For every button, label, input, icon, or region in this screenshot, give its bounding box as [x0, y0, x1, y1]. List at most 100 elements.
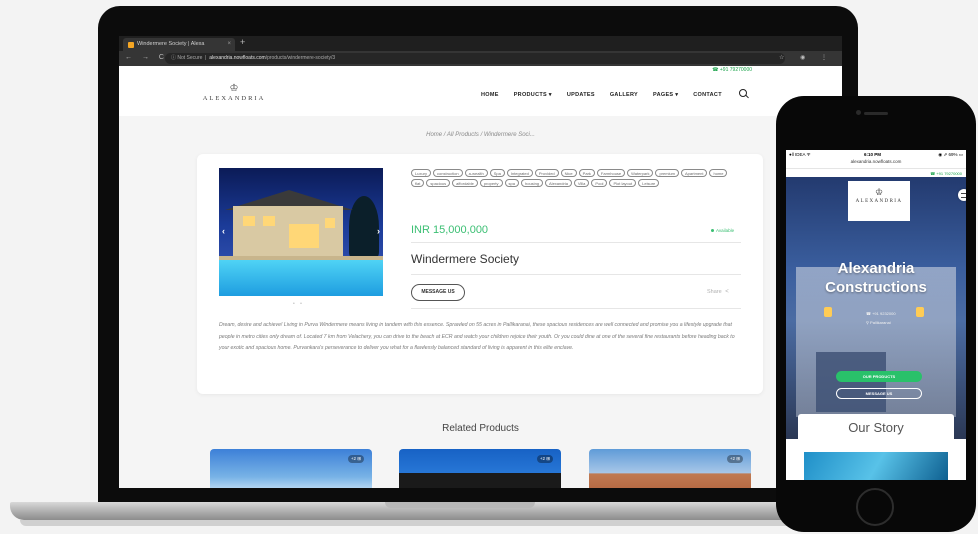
- product-tag[interactable]: spacious: [426, 179, 451, 187]
- hero-title: Alexandria Constructions: [786, 259, 966, 297]
- divider: [411, 242, 741, 243]
- page-content: Home / All Products / Windermere Soci...…: [119, 116, 842, 488]
- product-tag[interactable]: Integrated: [506, 169, 533, 177]
- photo-pool: [219, 260, 383, 296]
- photo-roofline: [399, 473, 561, 488]
- logo-crown-icon: ♔: [874, 187, 884, 197]
- product-tags: Luxury construction a-wealth Spa Integrated P…: [411, 169, 741, 187]
- product-tag[interactable]: housing: [521, 179, 544, 187]
- image-count-badge: +2 ⊞: [536, 455, 553, 463]
- url-field[interactable]: ⓘ Not Secure | alexandria.nowfloats.com/…: [165, 53, 785, 64]
- mobile-logo[interactable]: ♔ ALEXANDRIA: [848, 181, 910, 221]
- close-tab-icon[interactable]: ×: [227, 38, 231, 51]
- image-count-badge: +2 ⊞: [347, 455, 364, 463]
- photo-window: [289, 224, 319, 248]
- browser-address-bar: ← → C ⓘ Not Secure | alexandria.nowfloat…: [119, 51, 842, 66]
- status-time: 6:10 PM: [864, 152, 882, 157]
- product-tag[interactable]: spa: [504, 179, 519, 187]
- hero-title-line1: Alexandria: [837, 260, 915, 277]
- main-menu: HOME PRODUCTS ▾ UPDATES GALLERY PAGES ▾ …: [481, 92, 722, 98]
- search-icon[interactable]: [739, 89, 747, 97]
- product-description: Dream, desire and achieve! Living in Pur…: [219, 322, 735, 351]
- our-products-button[interactable]: OUR PRODUCTS: [836, 371, 922, 382]
- product-tag[interactable]: Alexandria: [545, 179, 572, 187]
- menu-item-updates[interactable]: UPDATES: [567, 92, 595, 98]
- menu-item-gallery[interactable]: GALLERY: [610, 92, 638, 98]
- menu-item-home[interactable]: HOME: [481, 92, 499, 98]
- product-tag[interactable]: Plot layout: [609, 179, 637, 187]
- our-story-image: [804, 452, 948, 480]
- product-tag[interactable]: a-wealth: [464, 169, 488, 177]
- our-story-card: Our Story: [798, 414, 954, 480]
- mobile-topline: ☎ +91 79270000: [786, 168, 966, 177]
- product-price: INR 15,000,000: [411, 224, 489, 236]
- logo-text: ALEXANDRIA: [202, 95, 266, 102]
- hero-lamp: [916, 307, 924, 317]
- product-tag[interactable]: Park: [578, 169, 595, 177]
- related-product-card[interactable]: +2 ⊞: [210, 449, 372, 488]
- tab-title: Windermere Society | Alexa: [137, 41, 205, 47]
- product-tag[interactable]: Farmhouse: [596, 169, 626, 177]
- security-indicator[interactable]: ⓘ Not Secure: [171, 55, 202, 61]
- hamburger-menu-icon[interactable]: [958, 189, 966, 201]
- product-tag[interactable]: flat: [411, 179, 425, 187]
- share-label: Share: [707, 289, 722, 295]
- header-phone-link[interactable]: ☎ +91 79270000: [712, 67, 752, 73]
- url-host: alexandria.nowfloats.com: [209, 55, 266, 61]
- product-tag[interactable]: Luxury: [411, 169, 432, 177]
- home-button[interactable]: [856, 488, 894, 526]
- site-header: ♔ ALEXANDRIA HOME PRODUCTS ▾ UPDATES GAL…: [119, 76, 842, 116]
- mobile-phone-link[interactable]: ☎ +91 79270000: [930, 171, 962, 176]
- product-tag[interactable]: home: [709, 169, 728, 177]
- divider: [411, 274, 741, 275]
- site-logo[interactable]: ♔ ALEXANDRIA: [199, 83, 269, 102]
- related-product-card[interactable]: +2 ⊞: [399, 449, 561, 488]
- logo-crown-icon: ♔: [229, 83, 239, 94]
- browser-toolbar-icons[interactable]: ☆ ◉ ⋮: [779, 54, 834, 61]
- menu-item-pages[interactable]: PAGES ▾: [653, 92, 678, 98]
- phone-speaker: [864, 112, 888, 115]
- product-tag[interactable]: affordable: [452, 179, 478, 187]
- product-tag[interactable]: premium: [655, 169, 680, 177]
- hero-garage: [816, 352, 886, 412]
- message-us-button[interactable]: MESSAGE US: [411, 284, 465, 301]
- related-products-heading: Related Products: [442, 423, 519, 434]
- product-tag[interactable]: property: [479, 179, 503, 187]
- product-title: Windermere Society: [411, 252, 520, 266]
- hero-title-line2: Constructions: [825, 279, 927, 296]
- product-tag[interactable]: Waterpark: [627, 169, 654, 177]
- browser-tab[interactable]: Windermere Society | Alexa ×: [123, 38, 235, 51]
- photo-trees: [349, 196, 379, 258]
- product-tag[interactable]: Nice: [560, 169, 577, 177]
- availability-badge: Available: [711, 228, 734, 233]
- our-story-title: Our Story: [848, 420, 904, 435]
- battery-icon: ◉ ⇗ 69% ▭: [938, 152, 963, 157]
- browser-tabbar: Windermere Society | Alexa × +: [119, 36, 842, 51]
- breadcrumb[interactable]: Home / All Products / Windermere Soci...: [119, 132, 842, 138]
- product-tag[interactable]: Provided: [534, 169, 559, 177]
- hero-contact-info: ☎ +91 9232000 ⚲ Pallikaranai: [866, 309, 896, 327]
- menu-item-contact[interactable]: CONTACT: [693, 92, 722, 98]
- chevron-right-icon[interactable]: ›: [377, 226, 380, 236]
- mobile-message-us-button[interactable]: MESSAGE US: [836, 388, 922, 399]
- related-product-card[interactable]: +2 ⊞: [589, 449, 751, 488]
- browser-nav-buttons[interactable]: ← → C: [125, 54, 168, 61]
- hero-phone[interactable]: ☎ +91 9232000: [866, 309, 896, 318]
- menu-item-products[interactable]: PRODUCTS ▾: [514, 92, 552, 98]
- mobile-url[interactable]: alexandria.nowfloats.com: [786, 159, 966, 164]
- product-image[interactable]: ‹ ›: [219, 168, 383, 296]
- product-tag[interactable]: Pool: [591, 179, 608, 187]
- site-topline: ☎ +91 79270000: [119, 66, 842, 76]
- product-tag[interactable]: Spa: [489, 169, 505, 177]
- product-tag[interactable]: Villa: [573, 179, 590, 187]
- new-tab-icon[interactable]: +: [240, 37, 245, 47]
- product-tag[interactable]: Leisure: [638, 179, 660, 187]
- product-card: ‹ › • • Luxury construction a-wealth Spa Int…: [197, 154, 763, 394]
- share-button[interactable]: Share <: [707, 289, 729, 295]
- product-tag[interactable]: Apartment: [681, 169, 708, 177]
- product-tag[interactable]: construction: [433, 169, 463, 177]
- carousel-dots[interactable]: • •: [293, 301, 304, 307]
- url-path: /products/windermere-society/3: [265, 55, 336, 61]
- chevron-left-icon[interactable]: ‹: [222, 226, 225, 236]
- photo-house: [233, 206, 343, 258]
